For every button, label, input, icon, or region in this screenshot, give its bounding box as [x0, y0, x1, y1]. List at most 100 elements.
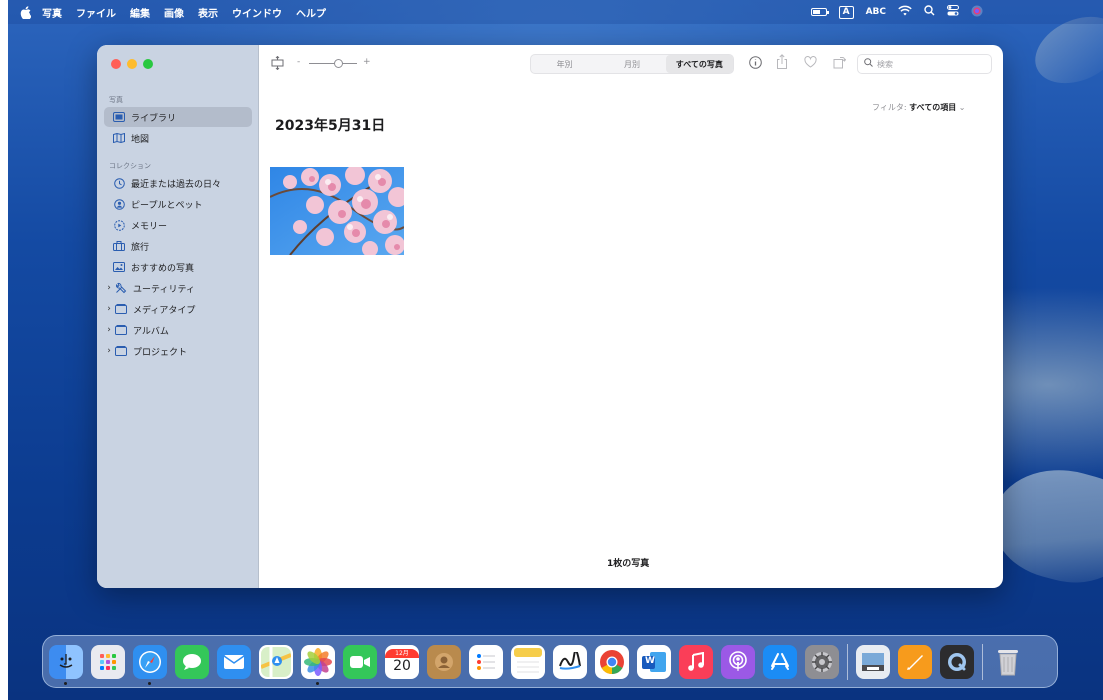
dock-safari-icon[interactable]: [133, 644, 167, 685]
dock-app-store-icon[interactable]: [763, 644, 797, 679]
dock-freeform-icon[interactable]: [553, 644, 587, 679]
suitcase-icon: [112, 240, 126, 252]
sidebar-item-trips[interactable]: 旅行: [104, 236, 252, 256]
sidebar-item-label: メモリー: [131, 221, 168, 232]
menu-bar: 写真 ファイル 編集 画像 表示 ウインドウ ヘルプ A ABC: [8, 0, 1103, 24]
photo-thumbnail-cherry-blossom[interactable]: [270, 167, 404, 255]
minimize-button[interactable]: [127, 59, 137, 69]
chevron-right-icon[interactable]: ›: [104, 325, 114, 335]
aspect-ratio-toggle-icon[interactable]: [271, 55, 284, 74]
zoom-slider-track[interactable]: [309, 63, 357, 64]
spotlight-search-icon[interactable]: [924, 5, 935, 19]
tab-months[interactable]: 月別: [598, 55, 665, 73]
dock-word-icon[interactable]: W: [637, 644, 671, 679]
siri-icon[interactable]: [971, 5, 983, 20]
dock-separator: [982, 643, 983, 680]
filter-value: すべての項目: [909, 103, 957, 112]
search-field[interactable]: 検索: [857, 54, 992, 74]
input-source-icon[interactable]: A: [838, 5, 854, 19]
running-indicator: [148, 681, 151, 685]
dock-podcasts-icon[interactable]: [721, 644, 755, 679]
calendar-day: 20: [393, 658, 411, 674]
zoom-slider-knob[interactable]: [334, 59, 343, 68]
memories-icon: [112, 219, 126, 231]
search-icon: [864, 58, 873, 70]
sidebar-item-label: 旅行: [131, 242, 150, 253]
calendar-month: 12月: [385, 649, 419, 658]
screen-edge: [0, 0, 8, 700]
chevron-right-icon[interactable]: ›: [104, 304, 114, 314]
folder-icon: [114, 324, 128, 336]
status-area: A ABC: [810, 0, 983, 24]
sidebar-item-featured[interactable]: おすすめの写真: [104, 257, 252, 277]
dock-contacts-icon[interactable]: [427, 644, 461, 679]
dock-system-settings-icon[interactable]: [805, 644, 839, 679]
running-indicator: [64, 681, 67, 685]
input-source-label[interactable]: ABC: [866, 7, 886, 17]
menu-edit[interactable]: 編集: [130, 5, 150, 20]
chevron-right-icon[interactable]: ›: [104, 346, 114, 356]
apple-menu-icon[interactable]: [18, 5, 32, 19]
sidebar-item-recent-days[interactable]: 最近または過去の日々: [104, 173, 252, 193]
share-icon[interactable]: [776, 54, 788, 73]
sidebar-section-photos: 写真: [109, 96, 123, 104]
sidebar-item-projects[interactable]: › プロジェクト: [104, 341, 252, 361]
word-letter: W: [645, 655, 655, 666]
dock-finder-icon[interactable]: [49, 644, 83, 685]
person-icon: [112, 198, 126, 210]
dock-maps-icon[interactable]: [259, 644, 293, 679]
wifi-icon[interactable]: [898, 5, 912, 19]
search-placeholder: 検索: [877, 59, 893, 69]
folder-icon: [114, 303, 128, 315]
dock-launchpad-icon[interactable]: [91, 644, 125, 679]
sidebar-item-utilities[interactable]: › ユーティリティ: [104, 278, 252, 298]
menu-help[interactable]: ヘルプ: [296, 5, 326, 20]
tab-years[interactable]: 年別: [531, 55, 598, 73]
menu-file[interactable]: ファイル: [76, 5, 116, 20]
photo-count-label: 1枚の写真: [607, 559, 650, 569]
dock-notes-icon[interactable]: [511, 644, 545, 679]
sidebar-item-library[interactable]: ライブラリ: [104, 107, 252, 127]
menu-photos[interactable]: 写真: [42, 5, 62, 20]
filter-dropdown[interactable]: フィルタ: すべての項目 ⌄: [872, 102, 965, 113]
dock-trash-icon[interactable]: [991, 645, 1025, 679]
sidebar-item-label: プロジェクト: [133, 347, 188, 358]
heart-icon[interactable]: [804, 56, 817, 72]
dock-calendar-icon[interactable]: 12月 20: [385, 644, 419, 679]
zoom-in-label: +: [363, 57, 371, 67]
dock-mail-icon[interactable]: [217, 644, 251, 679]
sidebar-item-memories[interactable]: メモリー: [104, 215, 252, 235]
dock-chrome-icon[interactable]: [595, 644, 629, 679]
sidebar-item-map[interactable]: 地図: [104, 128, 252, 148]
dock-reminders-icon[interactable]: [469, 644, 503, 679]
dock-preview-icon[interactable]: [856, 644, 890, 679]
dock-messages-icon[interactable]: [175, 644, 209, 679]
dock-facetime-icon[interactable]: [343, 644, 377, 679]
menu-image[interactable]: 画像: [164, 5, 184, 20]
chevron-down-icon: ⌄: [958, 103, 966, 112]
dock-pages-icon[interactable]: [898, 644, 932, 679]
sidebar: 写真 ライブラリ 地図 コレクション 最近または過去の日々 ピープルとペット メ…: [97, 45, 259, 588]
folder-icon: [114, 345, 128, 357]
sidebar-item-media-types[interactable]: › メディアタイプ: [104, 299, 252, 319]
info-icon[interactable]: [749, 56, 762, 73]
menu-view[interactable]: 表示: [198, 5, 218, 20]
menu-window[interactable]: ウインドウ: [232, 5, 282, 20]
dock-music-icon[interactable]: [679, 644, 713, 679]
date-heading: 2023年5月31日: [275, 118, 386, 134]
control-center-icon[interactable]: [947, 5, 959, 19]
zoom-slider[interactable]: - +: [297, 57, 371, 68]
sidebar-item-label: 地図: [131, 134, 150, 145]
tab-all-photos[interactable]: すべての写真: [665, 55, 733, 73]
rotate-icon[interactable]: [833, 55, 847, 73]
sidebar-item-albums[interactable]: › アルバム: [104, 320, 252, 340]
dock-photos-icon[interactable]: [301, 644, 335, 685]
close-button[interactable]: [111, 59, 121, 69]
sidebar-item-label: アルバム: [133, 326, 169, 337]
zoom-button[interactable]: [143, 59, 153, 69]
battery-icon[interactable]: [810, 8, 829, 16]
dock-quicktime-icon[interactable]: [940, 644, 974, 679]
sidebar-item-people-pets[interactable]: ピープルとペット: [104, 194, 252, 214]
chevron-right-icon[interactable]: ›: [104, 283, 114, 293]
map-icon: [112, 132, 126, 144]
